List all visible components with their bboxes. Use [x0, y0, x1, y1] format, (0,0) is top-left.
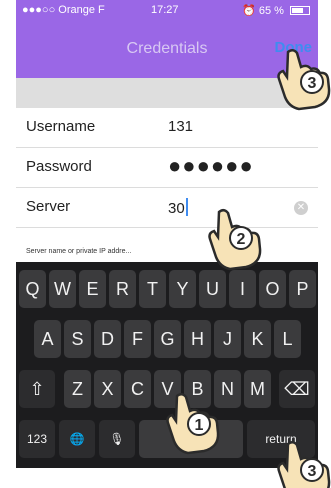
key-e[interactable]: E [79, 270, 106, 308]
key-t[interactable]: T [139, 270, 166, 308]
password-field[interactable]: ●●●●●● [168, 153, 254, 179]
key-m[interactable]: M [244, 370, 271, 408]
key-s[interactable]: S [64, 320, 91, 358]
username-label: Username [26, 118, 96, 135]
key-p[interactable]: P [289, 270, 316, 308]
password-label: Password [26, 158, 92, 175]
space-key[interactable]: space [139, 420, 243, 458]
battery-percent: 65 % [258, 5, 284, 17]
password-row[interactable]: Password ●●●●●● [16, 148, 318, 188]
key-j[interactable]: J [214, 320, 241, 358]
header-bar: ●●●○○ Orange F 17:27 ⏰ 65 % Credentials … [16, 0, 318, 78]
key-f[interactable]: F [124, 320, 151, 358]
numbers-key[interactable]: 123 [19, 420, 55, 458]
battery-indicator: ⏰ 65 % [242, 4, 310, 17]
key-z[interactable]: Z [64, 370, 91, 408]
key-g[interactable]: G [154, 320, 181, 358]
battery-icon [290, 6, 310, 15]
key-k[interactable]: K [244, 320, 271, 358]
text-caret [185, 198, 188, 216]
shift-icon[interactable]: ⇧ [19, 370, 55, 408]
key-q[interactable]: Q [19, 270, 46, 308]
alarm-icon: ⏰ [242, 5, 256, 17]
phone-screen: ●●●○○ Orange F 17:27 ⏰ 65 % Credentials … [16, 0, 318, 488]
username-row[interactable]: Username 131 [16, 108, 318, 148]
return-key[interactable]: return [247, 420, 315, 458]
key-v[interactable]: V [154, 370, 181, 408]
microphone-icon[interactable]: 🎙 [99, 420, 135, 458]
key-a[interactable]: A [34, 320, 61, 358]
key-c[interactable]: C [124, 370, 151, 408]
key-u[interactable]: U [199, 270, 226, 308]
key-i[interactable]: I [229, 270, 256, 308]
status-bar: ●●●○○ Orange F 17:27 ⏰ 65 % [16, 0, 318, 20]
key-x[interactable]: X [94, 370, 121, 408]
section-spacer [16, 78, 318, 108]
backspace-icon[interactable]: ⌫ [279, 370, 315, 408]
clock: 17:27 [151, 4, 179, 16]
username-field[interactable]: 131 [168, 118, 193, 135]
globe-icon[interactable]: 🌐 [59, 420, 95, 458]
server-value: 30 [168, 200, 185, 217]
carrier: ●●●○○ Orange F [22, 4, 105, 16]
server-hint: Server name or private IP addre... [26, 248, 132, 255]
done-button[interactable]: Done [275, 39, 313, 56]
server-row[interactable]: Server 30 ✕ [16, 188, 318, 228]
key-y[interactable]: Y [169, 270, 196, 308]
key-b[interactable]: B [184, 370, 211, 408]
key-r[interactable]: R [109, 270, 136, 308]
key-o[interactable]: O [259, 270, 286, 308]
key-w[interactable]: W [49, 270, 76, 308]
key-d[interactable]: D [94, 320, 121, 358]
key-n[interactable]: N [214, 370, 241, 408]
key-h[interactable]: H [184, 320, 211, 358]
keyboard: Q W E R T Y U I O P A S D F G H J K L ⇧ … [16, 262, 318, 468]
server-label: Server [26, 198, 71, 215]
clear-icon[interactable]: ✕ [294, 201, 308, 215]
server-field[interactable]: 30 [168, 198, 188, 217]
nav-title: Credentials [126, 40, 208, 57]
key-l[interactable]: L [274, 320, 301, 358]
